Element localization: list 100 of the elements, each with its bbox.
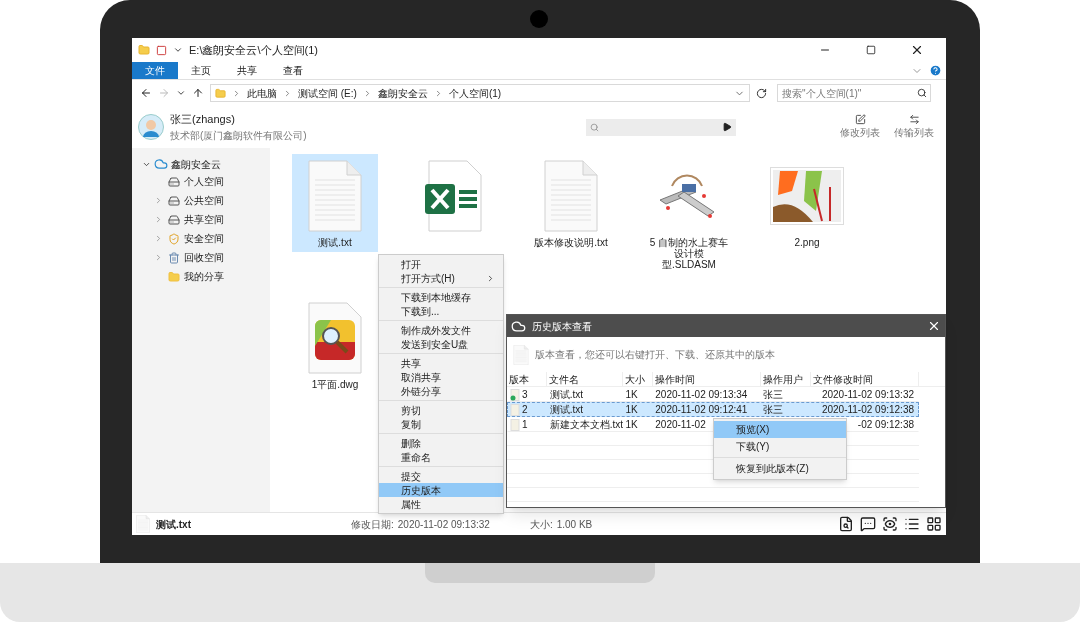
ribbon-tab[interactable]: 文件 — [132, 62, 178, 79]
menu-item[interactable]: 共享 — [379, 356, 503, 370]
menu-item[interactable]: 预览(X) — [714, 421, 846, 438]
tree-item[interactable]: 我的分享 — [154, 267, 224, 286]
tree-item[interactable]: 共享空间 — [154, 210, 224, 229]
table-row[interactable]: 2 测试.txt 1K 2020-11-02 09:12:41 张三 2020-11-02 09:12:38 — [507, 402, 919, 417]
table-cell: 1K — [625, 404, 638, 415]
drive-icon — [168, 213, 180, 226]
column-header[interactable]: 操作时间 — [653, 372, 761, 386]
breadcrumb-link[interactable]: 此电脑 — [247, 85, 277, 101]
table-cell: 测试.txt — [549, 389, 584, 400]
status-file-name: 测试.txt — [156, 517, 191, 532]
menu-item[interactable]: 属性 — [379, 497, 503, 511]
breadcrumb-link[interactable]: 个人空间(1) — [448, 85, 502, 101]
ribbon-tab[interactable]: 查看 — [270, 62, 316, 79]
menu-item[interactable]: 取消共享 — [379, 370, 503, 384]
table-cell: 1K — [625, 419, 638, 430]
up-icon[interactable] — [192, 87, 204, 99]
tree-item[interactable]: 安全空间 — [154, 229, 224, 248]
comment-icon[interactable] — [860, 516, 876, 532]
dialog-title: 历史版本查看 — [532, 319, 592, 334]
back-icon[interactable] — [140, 87, 152, 99]
trash-icon — [168, 251, 180, 264]
painting-thumbnail-icon — [770, 167, 844, 225]
menu-item[interactable]: 制作成外发文件 — [379, 323, 503, 337]
close-icon[interactable] — [910, 43, 924, 57]
toolbar-button[interactable]: 修改列表 — [840, 114, 880, 140]
menu-item[interactable]: 重命名 — [379, 450, 503, 464]
menu-item[interactable]: 历史版本 — [379, 483, 503, 497]
menu-item[interactable]: 外链分享 — [379, 384, 503, 398]
maximize-icon[interactable] — [866, 45, 876, 55]
list-view-icon[interactable] — [904, 516, 920, 532]
size-label: 大小: — [529, 517, 553, 532]
preview-eye-icon[interactable] — [882, 516, 898, 532]
chevron-icon[interactable] — [283, 88, 292, 98]
help-icon[interactable] — [929, 64, 942, 77]
avatar-icon — [138, 114, 164, 140]
size-value: 1.00 KB — [556, 517, 593, 532]
menu-item[interactable]: 复制 — [379, 417, 503, 431]
close-icon[interactable] — [927, 319, 941, 333]
table-cell: 新建文本文档.txt — [549, 419, 624, 430]
modified-label: 修改日期: — [351, 517, 394, 532]
caret-icon[interactable] — [173, 45, 183, 55]
table-cell: 2020-11-02 09:13:34 — [655, 389, 748, 400]
menu-item[interactable]: 打开方式(H) — [379, 271, 503, 285]
file-search-icon[interactable] — [838, 516, 854, 532]
table-cell-text: -02 09:12:38 — [857, 418, 914, 432]
ribbon-tab[interactable]: 主页 — [178, 62, 224, 79]
file-item[interactable]: 版本修改说明.txt — [528, 154, 614, 252]
file-item[interactable]: 2.png — [764, 154, 850, 252]
user-name: 张三(zhangs) — [170, 112, 236, 128]
column-header[interactable]: 文件名 — [547, 372, 623, 386]
play-icon[interactable] — [722, 122, 732, 132]
refresh-icon[interactable] — [756, 87, 767, 99]
modified-value: 2020-11-02 09:13:32 — [397, 517, 490, 532]
toolbar-button[interactable]: 传输列表 — [894, 114, 934, 140]
breadcrumb-link[interactable]: 鑫朗安全云 — [377, 85, 428, 101]
table-cell: 2020-11-02 — [655, 419, 706, 430]
transfer-arrows-icon[interactable] — [908, 114, 920, 125]
file-item[interactable]: 5 自制的水上赛车设计模型.SLDASM — [646, 154, 732, 274]
tree-item[interactable]: 公共空间 — [154, 191, 224, 210]
cloud-icon — [511, 318, 526, 334]
table-cell: 张三 — [762, 404, 783, 415]
checkbox-icon[interactable] — [156, 44, 167, 56]
recent-icon[interactable] — [176, 88, 186, 98]
edit-icon[interactable] — [854, 114, 866, 125]
search-field[interactable]: 搜索"个人空间(1)" — [777, 84, 931, 102]
drive-icon — [168, 194, 180, 207]
column-header[interactable]: 操作用户 — [761, 372, 811, 386]
table-cell: 2020-11-02 09:12:41 — [655, 404, 748, 415]
menu-item[interactable]: 打开 — [379, 257, 503, 271]
drive-icon — [168, 175, 180, 188]
folder-icon — [215, 87, 226, 99]
column-header[interactable]: 文件修改时间 — [811, 372, 919, 386]
menu-item[interactable]: 下载(Y) — [714, 438, 846, 455]
column-header[interactable]: 大小 — [623, 372, 653, 386]
table-cell: 测试.txt — [549, 404, 584, 415]
table-cell: 1K — [625, 389, 638, 400]
menu-item[interactable]: 提交 — [379, 469, 503, 483]
file-item[interactable]: 测试.txt — [292, 154, 378, 252]
menu-item[interactable]: 剪切 — [379, 403, 503, 417]
user-department: 技术部(厦门鑫朗软件有限公司) — [170, 128, 308, 143]
table-cell: 张三 — [762, 389, 783, 400]
ribbon-tab[interactable]: 共享 — [224, 62, 270, 79]
search-icon[interactable] — [917, 88, 927, 98]
tree-item[interactable]: 鑫朗安全云 — [142, 156, 221, 172]
menu-item[interactable]: 下载到本地缓存 — [379, 290, 503, 304]
breadcrumb-link[interactable]: 测试空间 (E:) — [298, 85, 357, 101]
menu-item[interactable]: 发送到安全U盘 — [379, 337, 503, 351]
menu-item[interactable]: 删除 — [379, 436, 503, 450]
shield-icon — [168, 232, 180, 245]
menu-item[interactable]: 恢复到此版本(Z) — [714, 460, 846, 477]
menu-item[interactable]: 下载到... — [379, 304, 503, 318]
column-header[interactable]: 版本 — [507, 372, 547, 386]
grid-view-icon[interactable] — [926, 516, 942, 532]
file-item[interactable]: 1平面.dwg — [292, 296, 378, 394]
tree-item[interactable]: 个人空间 — [154, 172, 224, 191]
chevron-icon[interactable] — [232, 88, 241, 98]
tree-item[interactable]: 回收空间 — [154, 248, 224, 267]
table-cell-text: 2 — [522, 403, 528, 417]
